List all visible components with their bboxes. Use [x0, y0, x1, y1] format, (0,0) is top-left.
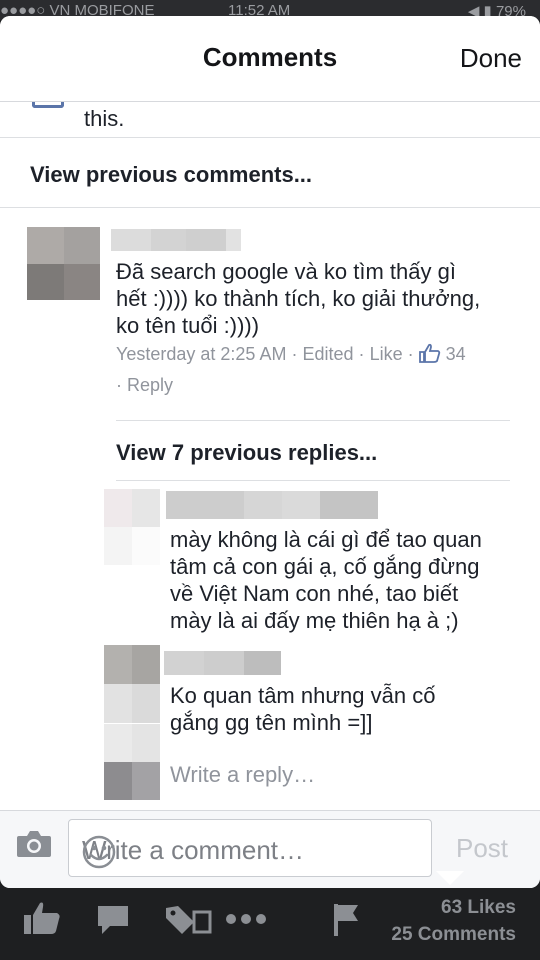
- post-button[interactable]: Post: [456, 833, 508, 864]
- partial-post-text: this.: [0, 102, 540, 138]
- comments-list[interactable]: this. View previous comments... Đã searc…: [0, 102, 540, 810]
- comments-count[interactable]: 25 Comments: [391, 921, 516, 948]
- my-avatar: [104, 724, 160, 800]
- reply-line: tâm cả con gái ạ, cố gắng đừng: [170, 554, 480, 579]
- comment-line: Đã search google và ko tìm thấy gì: [116, 259, 456, 284]
- divider: [116, 480, 510, 481]
- smiley-icon[interactable]: [82, 835, 419, 876]
- view-previous-replies-link[interactable]: View 7 previous replies...: [116, 440, 377, 466]
- reply-text: mày không là cái gì để tao quan tâm cả c…: [170, 526, 530, 634]
- like-count[interactable]: 34: [446, 344, 466, 364]
- reply-author-name-blurred[interactable]: [164, 651, 281, 675]
- comments-header: Comments Done: [0, 16, 540, 102]
- post-text-fragment: this.: [84, 106, 125, 131]
- comment-line: ko tên tuổi :)))): [116, 313, 260, 338]
- more-icon[interactable]: [224, 912, 268, 931]
- reaction-counts[interactable]: 63 Likes 25 Comments: [391, 894, 516, 948]
- meta-separator: ·: [291, 344, 298, 364]
- avatar[interactable]: [27, 227, 100, 300]
- comment-icon[interactable]: [96, 904, 130, 941]
- camera-icon[interactable]: [16, 829, 52, 864]
- likes-count[interactable]: 63 Likes: [391, 894, 516, 921]
- comment-meta: Yesterday at 2:25 AM · Edited · Like · 3…: [116, 340, 516, 399]
- reply-line: về Việt Nam con nhé, tao biết: [170, 581, 459, 606]
- reply-line: mày không là cái gì để tao quan: [170, 527, 482, 552]
- like-icon[interactable]: [22, 900, 62, 941]
- meta-separator: ·: [407, 344, 414, 364]
- commenter-name-blurred[interactable]: [111, 229, 241, 251]
- divider: [116, 420, 510, 421]
- avatar[interactable]: [104, 645, 160, 723]
- like-link[interactable]: Like: [370, 344, 403, 364]
- view-previous-comments-link[interactable]: View previous comments...: [0, 138, 540, 208]
- meta-separator: ·: [116, 375, 122, 395]
- reply-link[interactable]: Reply: [127, 375, 173, 395]
- comment-text: Đã search google và ko tìm thấy gì hết :…: [116, 258, 516, 339]
- reply-text: Ko quan tâm nhưng vẫn cố gắng gg tên mìn…: [170, 682, 510, 736]
- tag-icon[interactable]: [164, 904, 214, 941]
- edited-label[interactable]: Edited: [302, 344, 353, 364]
- view-previous-comments-label: View previous comments...: [30, 162, 313, 187]
- like-summary-icon: [32, 102, 64, 108]
- comment-line: hết :)))) ko thành tích, ko giải thưởng,: [116, 286, 481, 311]
- feed-action-bar: 63 Likes 25 Comments: [0, 888, 540, 960]
- meta-separator: ·: [358, 344, 365, 364]
- reply-line: gắng gg tên mình =]]: [170, 710, 373, 735]
- comment-timestamp[interactable]: Yesterday at 2:25 AM: [116, 344, 286, 364]
- reply-line: mày là ai đấy mẹ thiên hạ à ;): [170, 608, 459, 633]
- like-count-icon: [418, 343, 441, 371]
- reply-author-name-blurred[interactable]: [166, 491, 378, 519]
- done-button[interactable]: Done: [460, 43, 522, 74]
- comments-sheet: Comments Done this. View previous commen…: [0, 16, 540, 888]
- report-flag-icon[interactable]: [332, 902, 360, 943]
- sheet-pointer: [436, 871, 464, 885]
- comment-input[interactable]: Write a comment…: [68, 819, 432, 877]
- avatar[interactable]: [104, 489, 160, 565]
- reply-line: Ko quan tâm nhưng vẫn cố: [170, 683, 436, 708]
- write-reply-input[interactable]: Write a reply…: [170, 762, 315, 788]
